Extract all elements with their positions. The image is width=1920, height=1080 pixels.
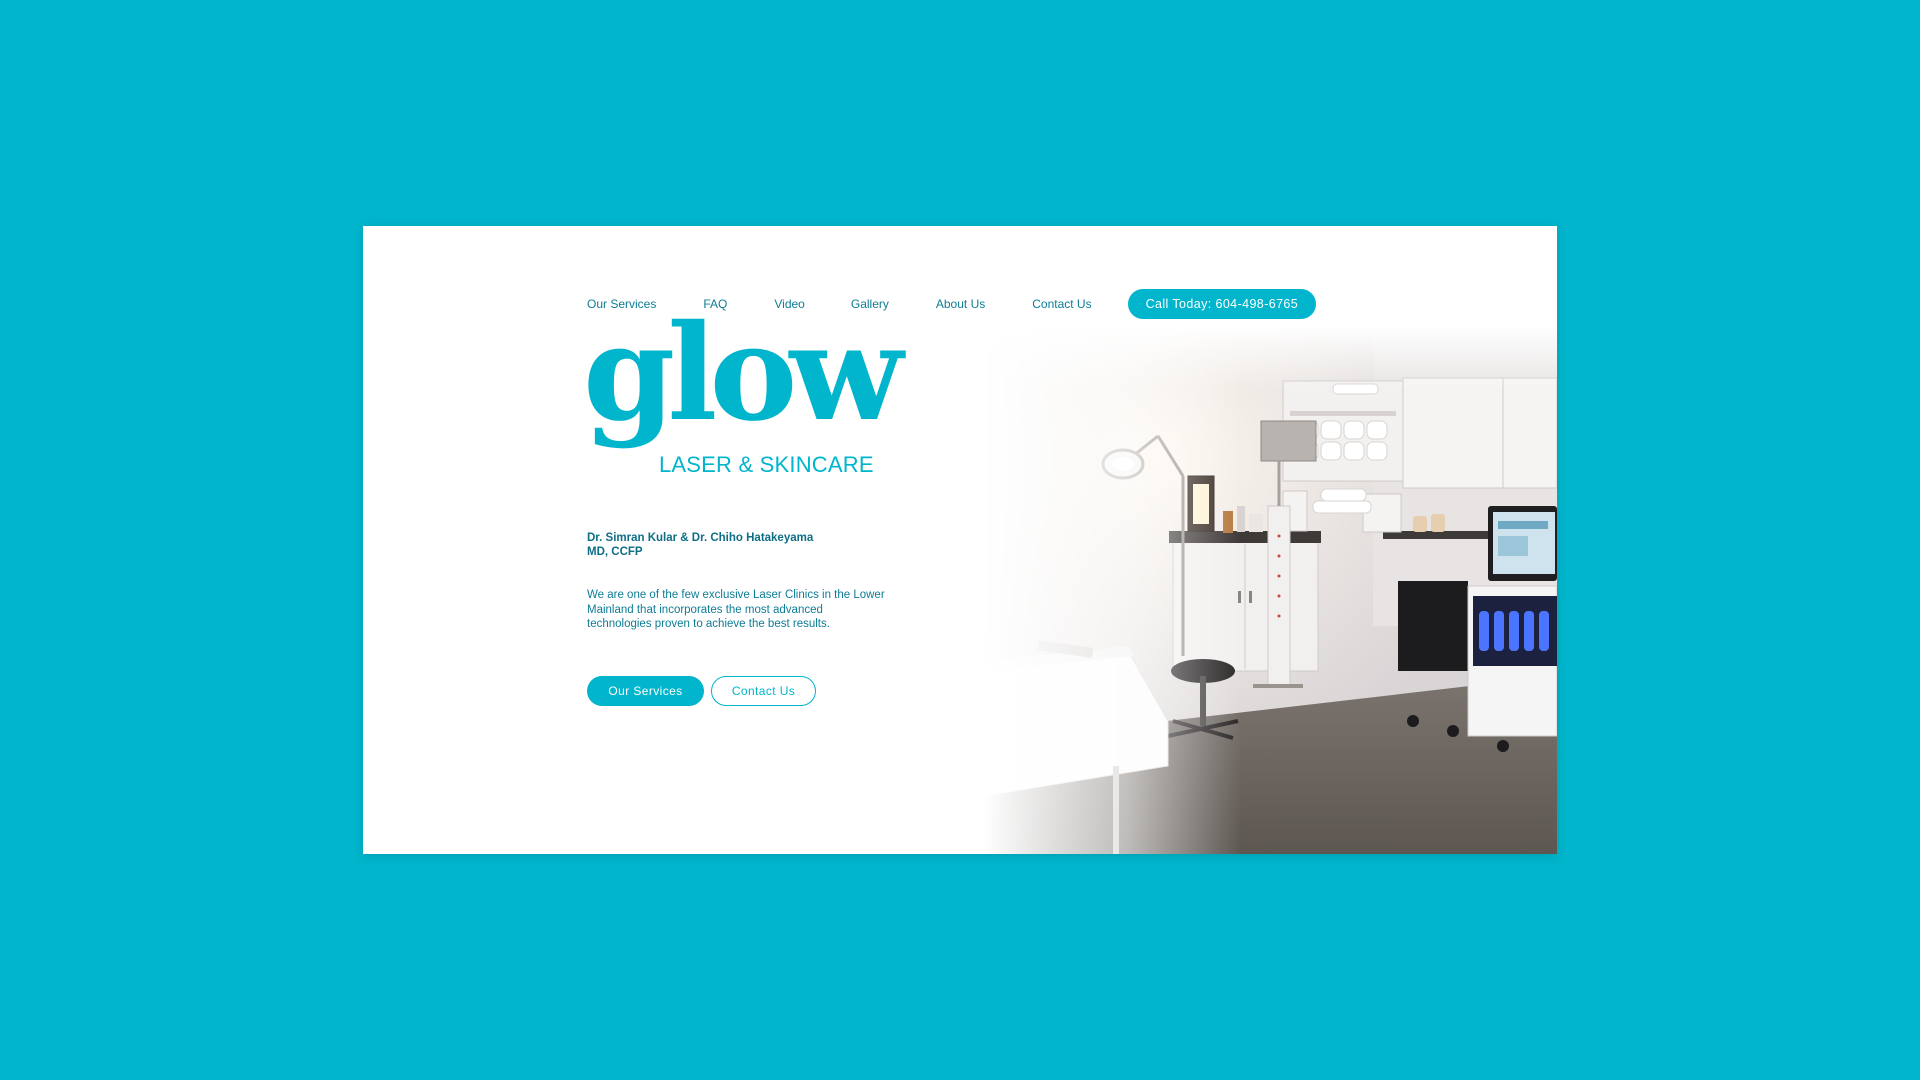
logo-wordmark: glow bbox=[583, 296, 903, 451]
hero-description: We are one of the few exclusive Laser Cl… bbox=[587, 589, 885, 630]
hero-buttons: Our Services Contact Us bbox=[587, 676, 816, 706]
doctors-names: Dr. Simran Kular & Dr. Chiho Hatakeyama bbox=[587, 532, 814, 544]
contact-us-button[interactable]: Contact Us bbox=[711, 676, 816, 706]
treatment-room-photo bbox=[983, 326, 1557, 854]
website-frame: Our Services FAQ Video Gallery About Us … bbox=[363, 226, 1557, 854]
call-today-button[interactable]: Call Today: 604-498-6765 bbox=[1127, 289, 1317, 319]
logo-subtitle: LASER & SKINCARE bbox=[657, 452, 876, 478]
doctors-degrees: MD, CCFP bbox=[587, 546, 643, 558]
doctors-credentials: Dr. Simran Kular & Dr. Chiho Hatakeyama … bbox=[587, 531, 813, 559]
nav-contact-us[interactable]: Contact Us bbox=[1032, 297, 1091, 311]
nav-about-us[interactable]: About Us bbox=[936, 297, 985, 311]
our-services-button[interactable]: Our Services bbox=[587, 676, 704, 706]
glow-logo[interactable]: glow LASER & SKINCARE bbox=[583, 308, 903, 488]
